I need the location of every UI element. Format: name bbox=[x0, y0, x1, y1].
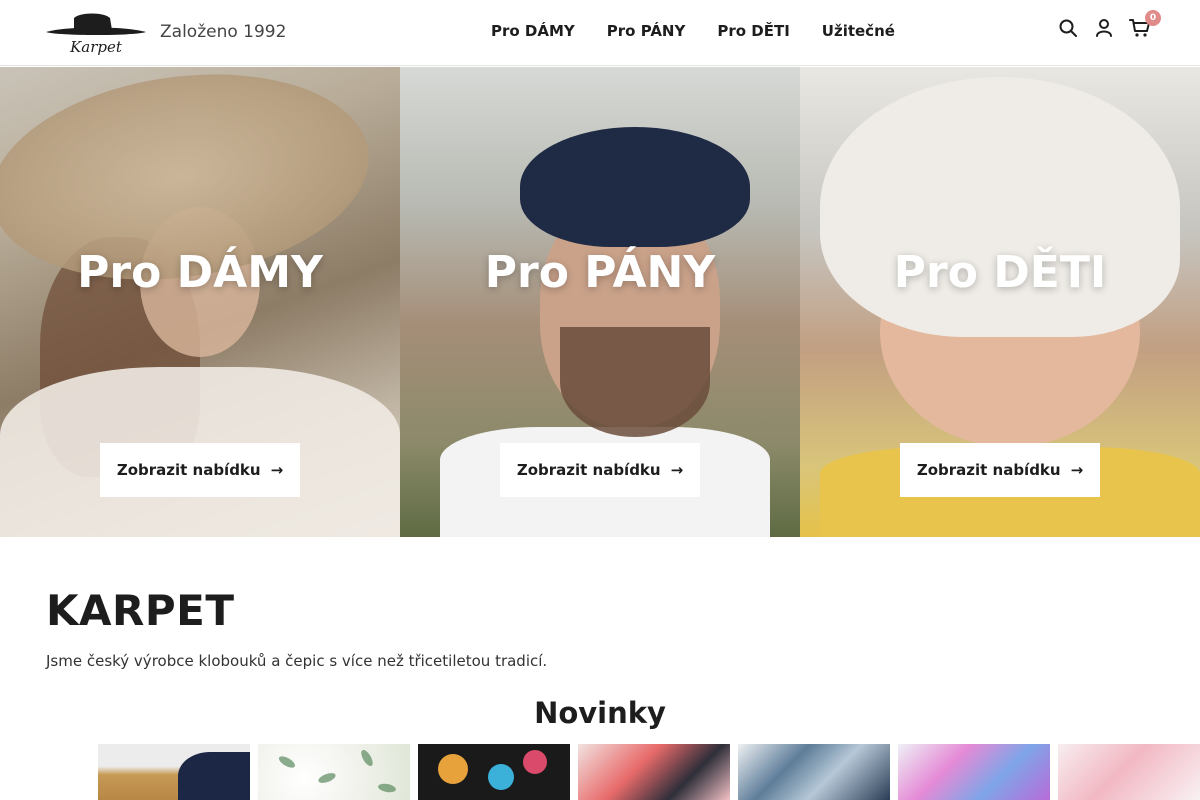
product-card[interactable] bbox=[898, 744, 1050, 800]
category-panel-pany[interactable]: Pro PÁNY Zobrazit nabídku → bbox=[400, 67, 800, 537]
product-card[interactable] bbox=[1058, 744, 1200, 800]
nav-item-deti[interactable]: Pro DĚTI bbox=[717, 22, 789, 40]
photo-detail bbox=[488, 764, 514, 790]
hat-logo-icon: Karpet bbox=[46, 13, 146, 56]
account-button[interactable] bbox=[1092, 16, 1116, 40]
news-heading: Novinky bbox=[534, 696, 666, 730]
intro-text: Jsme český výrobce klobouků a čepic s ví… bbox=[46, 652, 548, 670]
panel-title: Pro DÁMY bbox=[77, 247, 323, 298]
photo-detail bbox=[178, 752, 250, 800]
cart-button[interactable]: 0 bbox=[1128, 10, 1161, 40]
search-icon bbox=[1059, 19, 1077, 37]
product-card[interactable] bbox=[418, 744, 570, 800]
site-header: Karpet Založeno 1992 Pro DÁMY Pro PÁNY P… bbox=[0, 0, 1200, 66]
nav-item-pany[interactable]: Pro PÁNY bbox=[607, 22, 686, 40]
cta-label: Zobrazit nabídku bbox=[516, 461, 661, 479]
product-card[interactable] bbox=[578, 744, 730, 800]
category-panel-damy[interactable]: Pro DÁMY Zobrazit nabídku → bbox=[0, 67, 400, 537]
product-card[interactable] bbox=[258, 744, 410, 800]
photo-detail bbox=[523, 750, 547, 774]
photo-detail bbox=[560, 327, 710, 437]
hero-categories: Pro DÁMY Zobrazit nabídku → Pro PÁNY Zob… bbox=[0, 67, 1200, 537]
photo-detail bbox=[359, 748, 375, 768]
nav-item-damy[interactable]: Pro DÁMY bbox=[491, 22, 575, 40]
arrow-right-icon: → bbox=[270, 461, 284, 479]
photo-detail bbox=[438, 754, 468, 784]
photo-detail bbox=[277, 754, 297, 770]
logo-text: Karpet bbox=[69, 38, 123, 56]
tagline: Založeno 1992 bbox=[160, 22, 287, 42]
category-panel-deti[interactable]: Pro DĚTI Zobrazit nabídku → bbox=[800, 67, 1200, 537]
panel-title: Pro PÁNY bbox=[484, 247, 716, 298]
brand-heading: KARPET bbox=[46, 586, 235, 635]
nav-item-uzitecne[interactable]: Užitečné bbox=[822, 22, 895, 40]
cta-label: Zobrazit nabídku bbox=[116, 461, 261, 479]
arrow-right-icon: → bbox=[1070, 461, 1084, 479]
photo-detail bbox=[317, 771, 337, 785]
product-card[interactable] bbox=[98, 744, 250, 800]
main-nav: Pro DÁMY Pro PÁNY Pro DĚTI Užitečné bbox=[491, 22, 895, 40]
user-icon bbox=[1096, 19, 1112, 37]
arrow-right-icon: → bbox=[670, 461, 684, 479]
cta-label: Zobrazit nabídku bbox=[916, 461, 1061, 479]
view-offer-button[interactable]: Zobrazit nabídku → bbox=[900, 443, 1100, 497]
view-offer-button[interactable]: Zobrazit nabídku → bbox=[500, 443, 700, 497]
product-card[interactable] bbox=[738, 744, 890, 800]
header-icons: 0 bbox=[1056, 10, 1161, 40]
photo-detail bbox=[377, 782, 397, 794]
news-products-carousel bbox=[98, 744, 1200, 800]
panel-title: Pro DĚTI bbox=[893, 247, 1107, 298]
view-offer-button[interactable]: Zobrazit nabídku → bbox=[100, 443, 300, 497]
photo-detail bbox=[520, 127, 750, 247]
karpet-logo[interactable]: Karpet bbox=[46, 10, 146, 56]
search-button[interactable] bbox=[1056, 16, 1080, 40]
photo-detail bbox=[820, 77, 1180, 337]
cart-count-badge: 0 bbox=[1145, 10, 1161, 26]
